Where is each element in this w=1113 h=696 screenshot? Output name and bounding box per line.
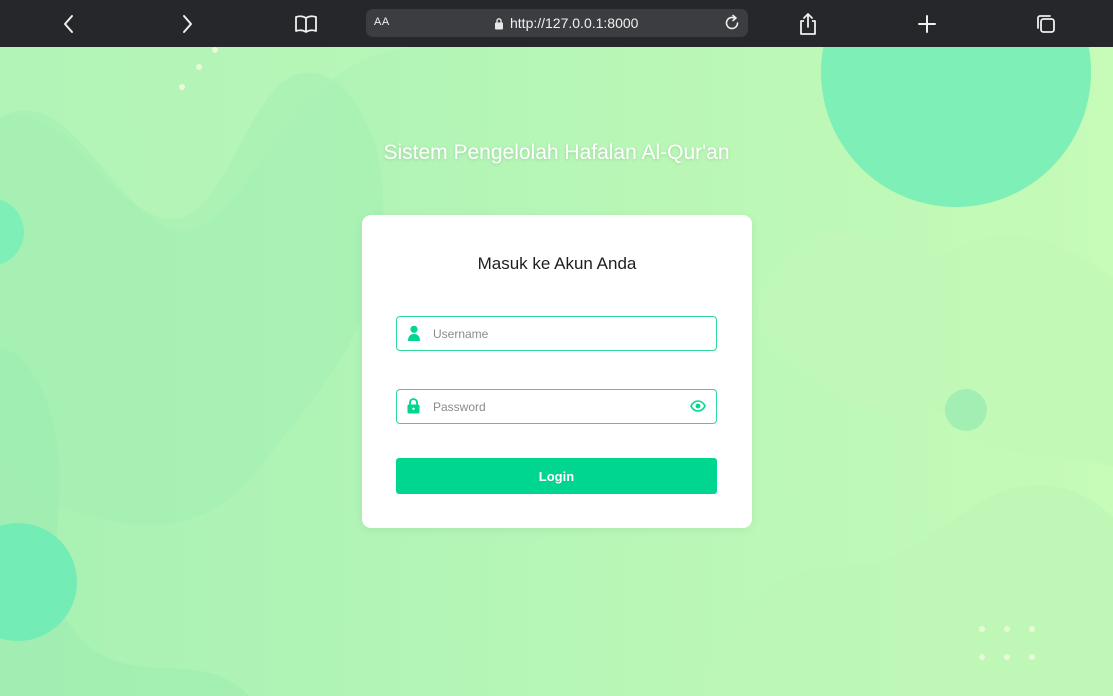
share-icon[interactable]	[795, 11, 821, 37]
decor-dot	[179, 84, 185, 90]
decor-dot	[1029, 654, 1035, 660]
decor-dot	[212, 47, 218, 53]
password-input[interactable]	[433, 390, 673, 423]
decor-dot	[1004, 654, 1010, 660]
url-text[interactable]: http://127.0.0.1:8000	[510, 15, 638, 31]
book-icon[interactable]	[293, 11, 319, 37]
forward-icon[interactable]	[174, 11, 200, 37]
address-bar[interactable]: AA http://127.0.0.1:8000	[366, 9, 748, 37]
lock-icon	[407, 398, 420, 419]
username-field[interactable]	[396, 316, 717, 351]
back-icon[interactable]	[56, 11, 82, 37]
user-icon	[407, 325, 421, 346]
decor-dot	[196, 64, 202, 70]
text-size-button[interactable]: AA	[374, 16, 390, 28]
lock-icon	[495, 17, 503, 29]
card-title: Masuk ke Akun Anda	[477, 254, 637, 273]
app-title: Sistem Pengelolah Hafalan Al-Qur'an	[383, 141, 730, 164]
eye-icon[interactable]	[690, 399, 706, 418]
login-button[interactable]: Login	[396, 458, 717, 494]
decor-dot	[1004, 626, 1010, 632]
plus-icon[interactable]	[914, 11, 940, 37]
decor-dot	[979, 626, 985, 632]
username-input[interactable]	[433, 317, 673, 350]
tabs-icon[interactable]	[1033, 11, 1059, 37]
reload-icon[interactable]	[722, 13, 742, 36]
browser-toolbar: AA http://127.0.0.1:8000	[0, 0, 1113, 47]
decor-dot	[1029, 626, 1035, 632]
login-card: Masuk ke Akun Anda Login	[362, 215, 752, 528]
password-field[interactable]	[396, 389, 717, 424]
decor-dot	[979, 654, 985, 660]
